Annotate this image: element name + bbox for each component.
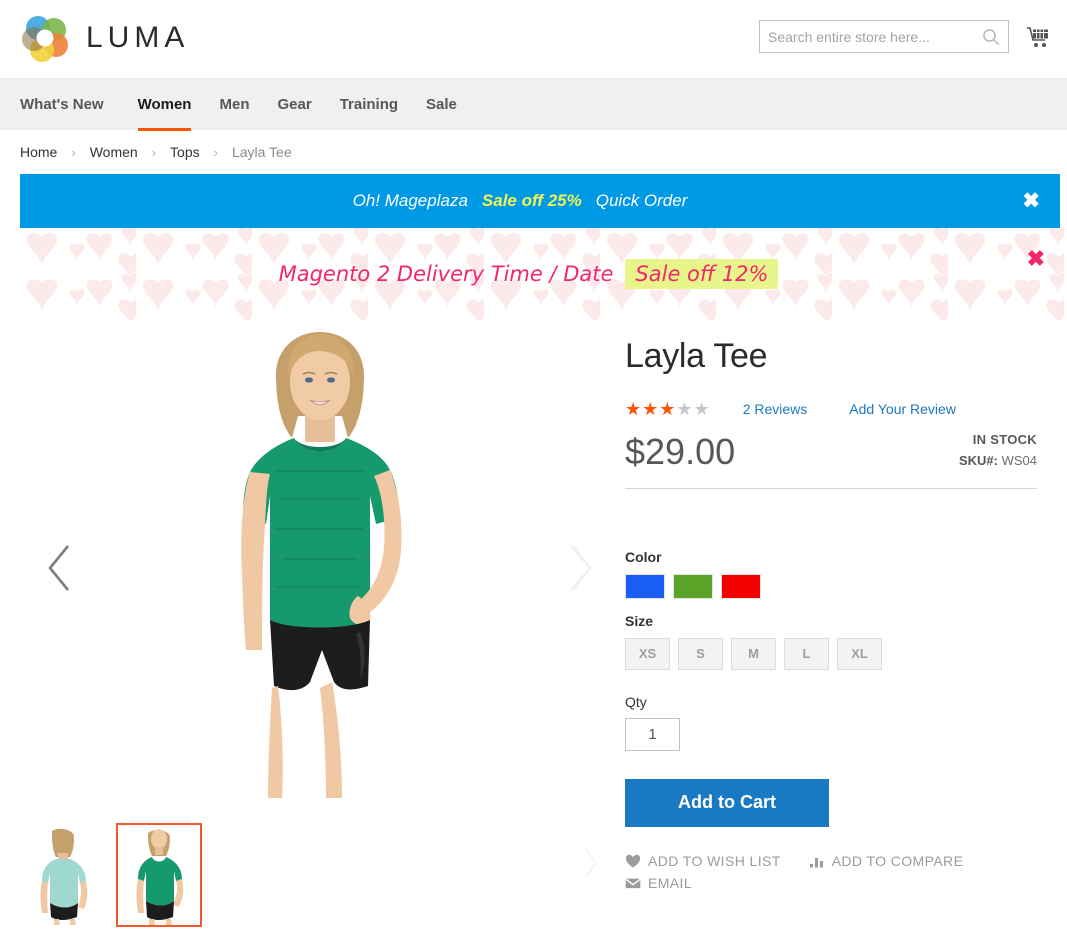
product-price: $29.00	[625, 430, 736, 472]
gallery-prev-arrow[interactable]	[42, 538, 78, 598]
size-options: XS S M L XL	[625, 637, 1047, 670]
color-label: Color	[625, 548, 662, 565]
size-option-s[interactable]: S	[678, 637, 723, 670]
add-to-compare-link[interactable]: ADD TO COMPARE	[809, 853, 964, 869]
sku-label: SKU#:	[958, 452, 998, 468]
quantity-label: Qty	[625, 693, 647, 710]
link-label: EMAIL	[648, 874, 693, 891]
shopping-cart-icon[interactable]	[1025, 24, 1051, 50]
site-logo[interactable]: LUMA	[20, 12, 189, 64]
sku-value: WS04	[1001, 452, 1037, 468]
add-review-link[interactable]: Add Your Review	[849, 401, 956, 417]
size-label: Size	[625, 612, 654, 629]
breadcrumb-separator: ›	[71, 144, 76, 160]
size-option-xs[interactable]: XS	[625, 637, 670, 670]
nav-item-gear[interactable]: Gear	[263, 79, 325, 131]
color-option-group: Color Size XS S M L XL	[625, 549, 1047, 670]
star-empty: ★	[693, 398, 711, 419]
breadcrumb-item-home[interactable]: Home	[20, 144, 57, 160]
nav-label: Gear	[277, 96, 312, 113]
stock-info: IN STOCK SKU#: WS04	[959, 432, 1037, 470]
main-navigation: What's New Women Men Gear Training Sale	[0, 78, 1067, 131]
product-info: Layla Tee ★ ★ ★ ★ ★ 2 Reviews Add Your R…	[620, 320, 1047, 927]
page-title: Layla Tee	[625, 337, 768, 375]
luma-flower-logo-icon	[20, 12, 72, 64]
star-filled: ★	[642, 398, 660, 419]
close-icon[interactable]: ✖	[1022, 191, 1040, 212]
delivery-promo-title: Magento 2 Delivery Time / Date	[278, 262, 614, 286]
size-option-m[interactable]: M	[731, 637, 776, 670]
breadcrumb: Home › Women › Tops › Layla Tee	[0, 130, 1067, 174]
nav-item-women[interactable]: Women	[124, 79, 206, 131]
nav-label: Women	[137, 96, 192, 113]
add-to-cart-button[interactable]: Add to Cart	[625, 778, 829, 827]
brand-name: LUMA	[86, 21, 190, 54]
nav-label: What's New	[20, 96, 104, 113]
nav-item-training[interactable]: Training	[326, 79, 412, 131]
promo-text-quick-order[interactable]: Quick Order	[596, 191, 688, 211]
nav-item-sale[interactable]: Sale	[412, 79, 471, 131]
search-box[interactable]	[759, 20, 1009, 53]
gallery-thumbnails	[20, 815, 620, 927]
gallery-thumbnail[interactable]	[20, 823, 106, 927]
nav-item-whats-new[interactable]: What's New	[20, 79, 118, 131]
reviews-count-link[interactable]: 2 Reviews	[743, 401, 808, 417]
product-secondary-actions: ADD TO WISH LIST ADD TO COMPARE EMAIL	[625, 853, 1005, 891]
nav-label: Sale	[426, 96, 457, 113]
quantity-input[interactable]	[625, 717, 680, 751]
color-swatch-blue[interactable]	[625, 573, 665, 599]
breadcrumb-item-current: Layla Tee	[231, 144, 292, 160]
promo-banner-hearts-text: Magento 2 Delivery Time / Date Sale off …	[279, 259, 779, 289]
product-main: Layla Tee ★ ★ ★ ★ ★ 2 Reviews Add Your R…	[0, 320, 1067, 927]
star-filled: ★	[659, 398, 677, 419]
nav-label: Training	[339, 96, 399, 113]
promo-banner-blue-text: Oh! Mageplaza Sale off 25% Quick Order	[353, 191, 688, 211]
product-sku: SKU#: WS04	[959, 453, 1037, 468]
site-header: LUMA	[0, 0, 1067, 78]
email-link[interactable]: EMAIL	[625, 875, 692, 891]
heart-icon	[625, 854, 641, 868]
price-stock-row: $29.00 IN STOCK SKU#: WS04	[625, 432, 1037, 489]
color-swatch-red[interactable]	[721, 573, 761, 599]
product-gallery	[0, 320, 620, 927]
breadcrumb-item-women[interactable]: Women	[90, 144, 138, 160]
product-photo-green-tee	[170, 320, 470, 815]
rating-stars[interactable]: ★ ★ ★ ★ ★	[625, 399, 711, 420]
link-label: ADD TO WISH LIST	[648, 852, 781, 869]
envelope-icon	[625, 876, 641, 890]
size-option-l[interactable]: L	[784, 637, 829, 670]
nav-item-men[interactable]: Men	[205, 79, 263, 131]
promo-text-sale: Sale off 25%	[481, 191, 582, 210]
color-swatches	[625, 573, 1047, 599]
add-to-wishlist-link[interactable]: ADD TO WISH LIST	[625, 853, 781, 869]
star-filled: ★	[625, 398, 643, 419]
gallery-thumbnail-selected[interactable]	[116, 823, 202, 927]
size-option-xl[interactable]: XL	[837, 637, 882, 670]
color-swatch-green[interactable]	[673, 573, 713, 599]
link-label: ADD TO COMPARE	[831, 852, 964, 869]
thumbnails-next-arrow[interactable]	[580, 843, 602, 883]
status-badge: IN STOCK	[972, 431, 1037, 447]
bar-chart-icon	[809, 854, 825, 868]
star-empty: ★	[676, 398, 694, 419]
breadcrumb-separator: ›	[213, 144, 218, 160]
search-input[interactable]	[760, 22, 970, 51]
product-page: LUMA Search entire store here... What's …	[0, 0, 1067, 950]
breadcrumb-separator: ›	[151, 144, 157, 160]
header-tools	[759, 20, 1051, 53]
rating-row: ★ ★ ★ ★ ★ 2 Reviews Add Your Review	[625, 399, 1047, 420]
nav-label: Men	[219, 96, 250, 113]
promo-banner-hearts: Magento 2 Delivery Time / Date Sale off …	[20, 228, 1067, 320]
close-icon[interactable]: ✖	[1027, 248, 1045, 270]
search-icon[interactable]	[982, 28, 1000, 46]
gallery-next-arrow[interactable]	[562, 538, 598, 598]
promo-banner-blue: Oh! Mageplaza Sale off 25% Quick Order ✖	[20, 174, 1060, 228]
delivery-promo-sale: Sale off 12%	[625, 259, 779, 289]
quantity-group: Qty	[625, 694, 1047, 751]
product-main-image[interactable]	[20, 320, 620, 815]
breadcrumb-item-tops[interactable]: Tops	[170, 144, 200, 160]
promo-text-primary: Oh! Mageplaza	[352, 191, 468, 210]
